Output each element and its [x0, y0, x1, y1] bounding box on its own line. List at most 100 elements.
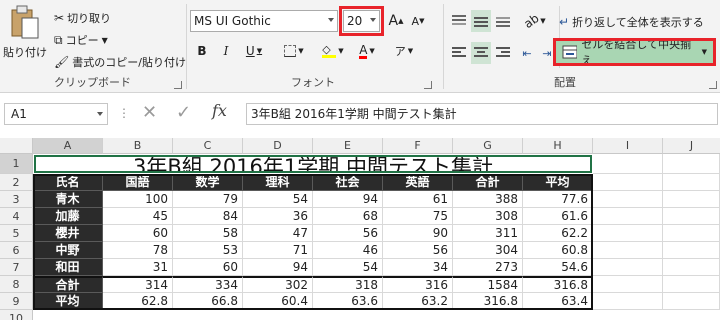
score-cell[interactable]: 90 — [383, 225, 453, 242]
row-header-1[interactable]: 1 — [0, 154, 33, 174]
score-cell[interactable]: 58 — [173, 225, 243, 242]
score-cell[interactable]: 34 — [383, 259, 453, 276]
subject-average-cell[interactable]: 66.8 — [173, 293, 243, 310]
empty-cell[interactable] — [663, 174, 720, 191]
font-launcher-icon[interactable] — [424, 81, 432, 89]
subject-average-cell[interactable]: 63.4 — [523, 293, 593, 310]
row-header-2[interactable]: 2 — [0, 174, 33, 191]
empty-cell[interactable] — [663, 208, 720, 225]
empty-cell[interactable] — [663, 191, 720, 208]
grand-total-cell[interactable]: 1584 — [453, 276, 523, 293]
empty-cell[interactable] — [663, 259, 720, 276]
score-cell[interactable]: 46 — [313, 242, 383, 259]
row-header-5[interactable]: 5 — [0, 225, 33, 242]
grow-font-button[interactable]: A ▲ — [386, 10, 406, 32]
column-header-d[interactable]: D — [243, 138, 313, 154]
column-header-e[interactable]: E — [313, 138, 383, 154]
score-cell[interactable]: 56 — [313, 225, 383, 242]
column-header-h[interactable]: H — [523, 138, 593, 154]
subject-total-cell[interactable]: 318 — [313, 276, 383, 293]
score-cell[interactable]: 54 — [313, 259, 383, 276]
score-cell[interactable]: 100 — [103, 191, 173, 208]
score-cell[interactable]: 60 — [173, 259, 243, 276]
score-cell[interactable]: 71 — [243, 242, 313, 259]
score-cell[interactable]: 79 — [173, 191, 243, 208]
average-total-cell[interactable]: 316.8 — [523, 276, 593, 293]
score-cell[interactable]: 60 — [103, 225, 173, 242]
align-middle-button[interactable] — [471, 10, 491, 32]
align-left-button[interactable] — [449, 42, 469, 64]
score-cell[interactable]: 47 — [243, 225, 313, 242]
header-cell[interactable]: 平均 — [523, 174, 593, 191]
name-cell[interactable]: 中野 — [33, 242, 103, 259]
average-cell[interactable]: 54.6 — [523, 259, 593, 276]
empty-cell[interactable] — [663, 242, 720, 259]
score-cell[interactable]: 36 — [243, 208, 313, 225]
underline-button[interactable]: U ▼ — [240, 40, 268, 62]
subject-average-cell[interactable]: 316.8 — [453, 293, 523, 310]
header-cell[interactable]: 氏名 — [33, 174, 103, 191]
decrease-indent-button[interactable]: ⇤ — [517, 42, 537, 64]
empty-cell[interactable] — [593, 276, 663, 293]
total-cell[interactable]: 304 — [453, 242, 523, 259]
empty-cell[interactable] — [593, 242, 663, 259]
font-name-select[interactable]: MS UI Gothic — [190, 10, 338, 32]
score-cell[interactable]: 56 — [383, 242, 453, 259]
empty-cell[interactable] — [593, 225, 663, 242]
score-cell[interactable]: 94 — [243, 259, 313, 276]
score-cell[interactable]: 61 — [383, 191, 453, 208]
score-cell[interactable]: 75 — [383, 208, 453, 225]
wrap-text-button[interactable]: ↵ 折り返して全体を表示する — [559, 12, 704, 32]
alignment-launcher-icon[interactable] — [709, 81, 717, 89]
subject-average-cell[interactable]: 63.6 — [313, 293, 383, 310]
empty-cell[interactable] — [663, 293, 720, 310]
row-header-6[interactable]: 6 — [0, 242, 33, 259]
column-header-i[interactable]: I — [593, 138, 663, 154]
subject-total-cell[interactable]: 334 — [173, 276, 243, 293]
name-box[interactable]: A1 — [4, 103, 108, 125]
total-cell[interactable]: 273 — [453, 259, 523, 276]
total-cell[interactable]: 388 — [453, 191, 523, 208]
font-color-button[interactable]: A ▼ — [352, 40, 382, 62]
phonetic-button[interactable]: ア ▼ — [388, 40, 420, 62]
header-cell[interactable]: 英語 — [383, 174, 453, 191]
score-cell[interactable]: 45 — [103, 208, 173, 225]
select-all-corner[interactable] — [0, 138, 33, 154]
column-header-c[interactable]: C — [173, 138, 243, 154]
column-header-a[interactable]: A — [33, 138, 103, 154]
align-right-button[interactable] — [493, 42, 513, 64]
border-button[interactable]: ▼ — [280, 40, 308, 62]
cut-button[interactable]: ✂ 切り取り — [54, 8, 111, 28]
average-cell[interactable]: 77.6 — [523, 191, 593, 208]
empty-cell[interactable] — [663, 276, 720, 293]
row-header-8[interactable]: 8 — [0, 276, 33, 293]
column-header-f[interactable]: F — [383, 138, 453, 154]
total-label-cell[interactable]: 合計 — [33, 276, 103, 293]
row-header-7[interactable]: 7 — [0, 259, 33, 276]
empty-cell[interactable] — [593, 259, 663, 276]
orientation-button[interactable]: ab ▼ — [521, 10, 549, 32]
align-top-button[interactable] — [449, 10, 469, 32]
header-cell[interactable]: 社会 — [313, 174, 383, 191]
header-cell[interactable]: 国語 — [103, 174, 173, 191]
cancel-icon[interactable]: ✕ — [142, 102, 157, 123]
name-cell[interactable]: 青木 — [33, 191, 103, 208]
empty-cell[interactable] — [663, 225, 720, 242]
header-cell[interactable]: 数学 — [173, 174, 243, 191]
header-cell[interactable]: 理科 — [243, 174, 313, 191]
empty-cell[interactable] — [593, 191, 663, 208]
average-cell[interactable]: 62.2 — [523, 225, 593, 242]
score-cell[interactable]: 84 — [173, 208, 243, 225]
score-cell[interactable]: 54 — [243, 191, 313, 208]
average-cell[interactable]: 61.6 — [523, 208, 593, 225]
align-center-button[interactable] — [471, 42, 491, 64]
clipboard-launcher-icon[interactable] — [174, 81, 182, 89]
score-cell[interactable]: 31 — [103, 259, 173, 276]
name-cell[interactable]: 和田 — [33, 259, 103, 276]
empty-cell[interactable] — [593, 293, 663, 310]
copy-button[interactable]: ⧉ コピー ▼ — [54, 30, 108, 50]
subject-total-cell[interactable]: 302 — [243, 276, 313, 293]
paste-button[interactable]: 貼り付け — [2, 4, 47, 62]
empty-cell-j1[interactable] — [663, 154, 720, 174]
format-painter-button[interactable]: 🖌 書式のコピー/貼り付け — [54, 52, 186, 72]
